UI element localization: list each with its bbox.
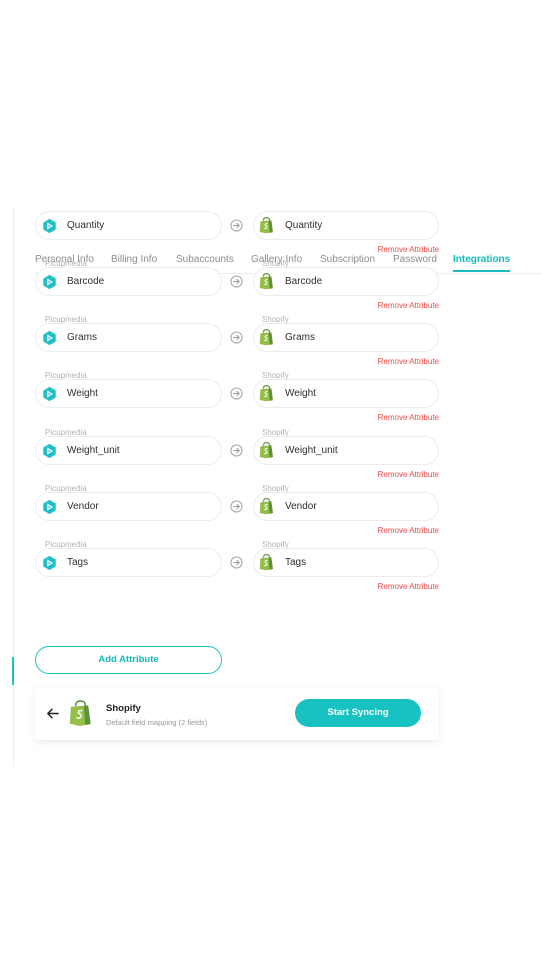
source-field-value: Grams	[67, 332, 97, 344]
remove-attribute-link[interactable]: Remove Attribute	[378, 245, 439, 254]
source-field-value: Tags	[67, 557, 89, 568]
target-field-value: Grams	[285, 332, 315, 344]
source-field-value: Weight_unit	[67, 444, 120, 456]
arrow-right-icon	[230, 331, 243, 344]
source-field[interactable]: Grams	[35, 323, 222, 353]
mapping-row: Picupmedia Shopify Barcode Barcode Remove At…	[0, 259, 542, 315]
source-field[interactable]: Barcode	[35, 267, 222, 296]
mapping-row: Picupmedia Shopify Tags Tags Remove Attribut…	[0, 540, 542, 596]
source-field[interactable]: Weight	[35, 379, 222, 409]
arrow-right-icon	[230, 275, 243, 288]
shopify-logo-icon	[259, 497, 273, 515]
target-field-value: Weight	[285, 388, 316, 400]
arrow-right-icon	[230, 500, 243, 513]
add-attribute-button[interactable]: Add Attribute	[35, 646, 222, 674]
source-field[interactable]: Vendor	[35, 491, 222, 521]
arrow-right-icon	[230, 219, 243, 232]
target-field-value: Weight_unit	[285, 444, 338, 456]
shopify-logo-icon	[259, 554, 273, 571]
sidebar-active-indicator	[12, 657, 14, 685]
source-field[interactable]: Quantity	[35, 210, 222, 240]
picupmedia-logo-icon	[43, 555, 56, 571]
picupmedia-logo-icon	[43, 499, 56, 514]
integrations-page: Personal Info Billing Info Subaccounts G…	[0, 0, 542, 964]
mapping-row: Picupmedia Shopify Vendor Vendor Remove Attr…	[0, 484, 542, 540]
sync-footer: Shopify Default field mapping (2 fields)…	[35, 687, 439, 740]
back-arrow-icon[interactable]	[45, 706, 60, 721]
mapping-row: Picupmedia Shopify Grams Grams Remove Attrib…	[0, 315, 542, 371]
target-field-value: Barcode	[285, 276, 323, 287]
target-field-value: Vendor	[285, 500, 317, 512]
target-field[interactable]: Weight_unit	[253, 435, 439, 465]
shopify-logo-icon	[69, 700, 91, 726]
picupmedia-logo-icon	[43, 218, 56, 233]
remove-attribute-link[interactable]: Remove Attribute	[378, 582, 439, 591]
shopify-logo-icon	[259, 385, 273, 402]
integration-subtitle: Default field mapping (2 fields)	[106, 718, 208, 727]
remove-attribute-link[interactable]: Remove Attribute	[378, 470, 439, 479]
source-field[interactable]: Weight_unit	[35, 435, 222, 465]
picupmedia-logo-icon	[43, 443, 56, 458]
target-field[interactable]: Tags	[253, 548, 439, 577]
picupmedia-logo-icon	[43, 387, 56, 402]
remove-attribute-link[interactable]: Remove Attribute	[378, 526, 439, 535]
arrow-right-icon	[230, 556, 243, 569]
target-field-value: Tags	[285, 557, 307, 568]
target-field[interactable]: Weight	[253, 379, 439, 409]
shopify-logo-icon	[259, 216, 273, 234]
integration-title: Shopify	[106, 703, 141, 714]
shopify-logo-icon	[259, 329, 273, 346]
shopify-logo-icon	[259, 273, 273, 290]
remove-attribute-link[interactable]: Remove Attribute	[378, 413, 439, 422]
source-field-value: Vendor	[67, 500, 99, 512]
target-field[interactable]: Barcode	[253, 267, 439, 296]
source-field-value: Weight	[67, 388, 98, 400]
mapping-row: Picupmedia Shopify Weight Weight Remove Attr…	[0, 371, 542, 427]
source-field[interactable]: Tags	[35, 548, 222, 577]
target-field[interactable]: Quantity	[253, 210, 439, 240]
target-field-value: Quantity	[285, 219, 323, 231]
start-syncing-button[interactable]: Start Syncing	[295, 699, 421, 727]
source-field-value: Quantity	[67, 219, 105, 231]
picupmedia-logo-icon	[43, 274, 56, 290]
target-field[interactable]: Vendor	[253, 491, 439, 521]
remove-attribute-link[interactable]: Remove Attribute	[378, 357, 439, 366]
shopify-logo-icon	[259, 441, 273, 458]
target-field[interactable]: Grams	[253, 323, 439, 353]
source-field-value: Barcode	[67, 276, 105, 287]
picupmedia-logo-icon	[43, 331, 56, 346]
remove-attribute-link[interactable]: Remove Attribute	[378, 301, 439, 310]
arrow-right-icon	[230, 387, 243, 400]
mapping-row: Quantity Quantity Remove Attribute	[0, 203, 542, 259]
arrow-right-icon	[230, 444, 243, 457]
mapping-row: Picupmedia Shopify Weight_unit Weight_unit R…	[0, 428, 542, 484]
